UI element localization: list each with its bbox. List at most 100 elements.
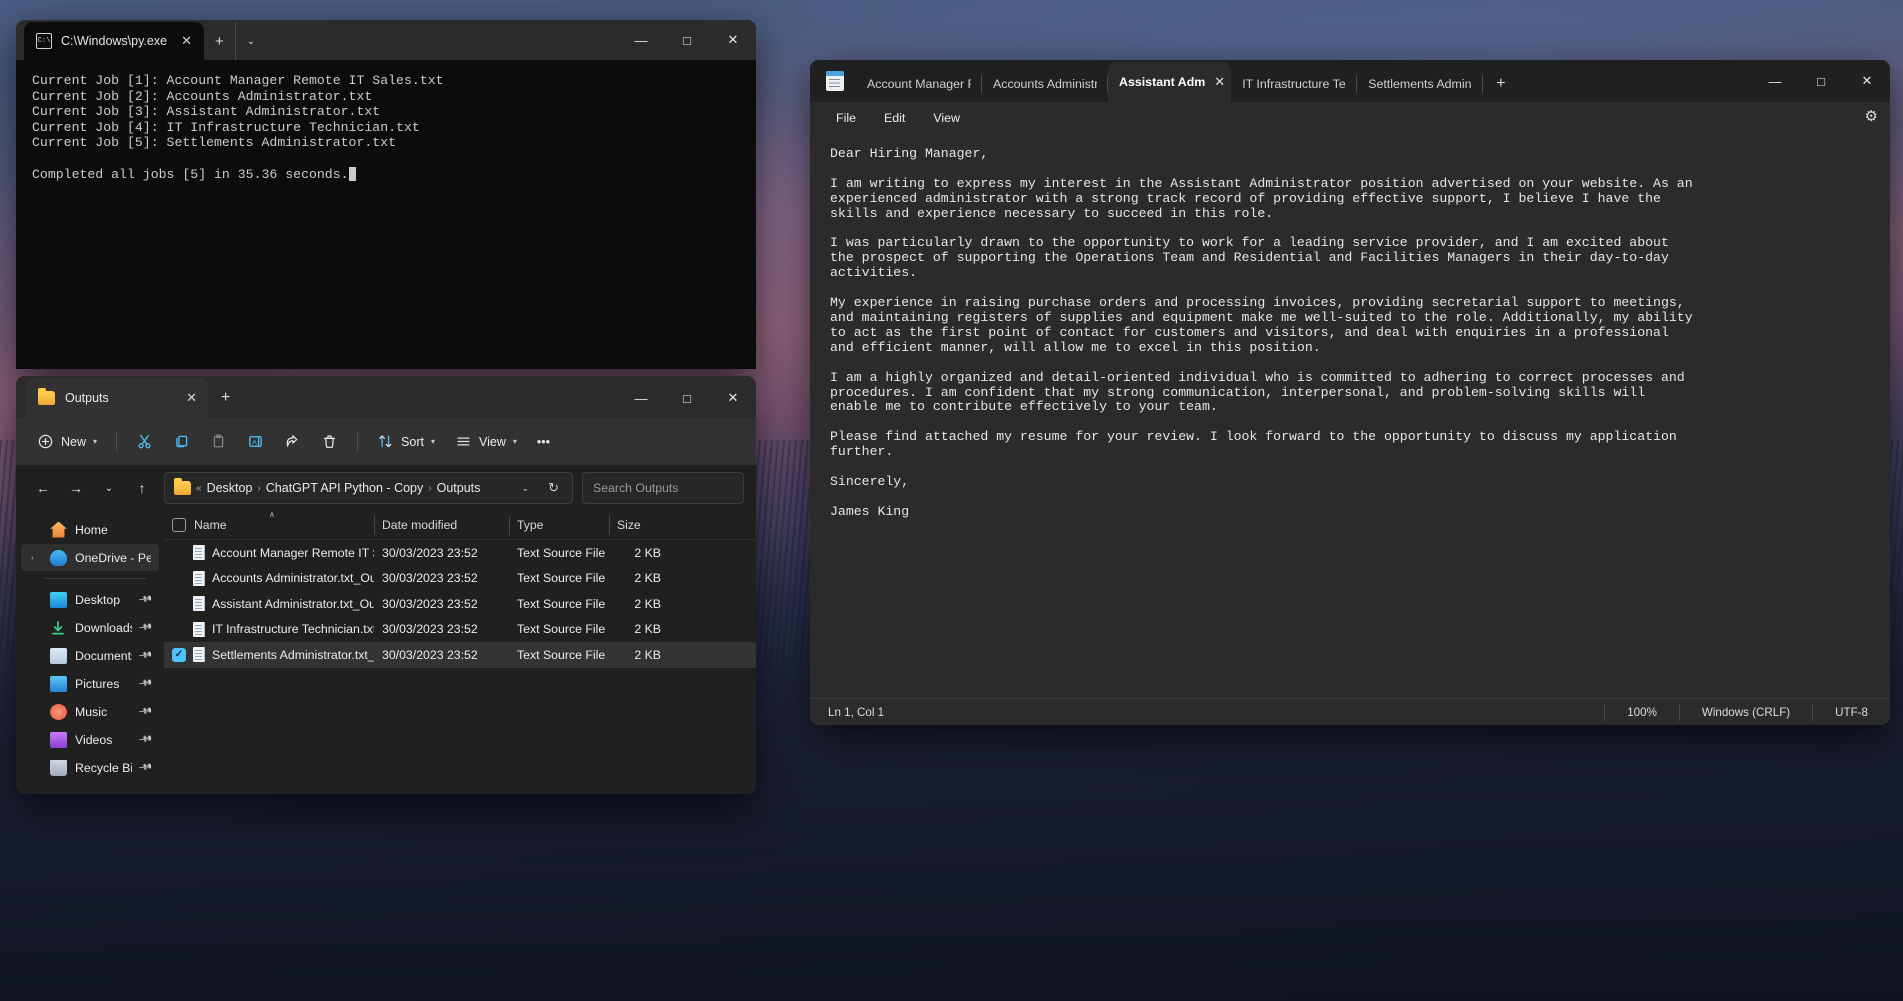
rename-button[interactable]: A xyxy=(238,426,273,458)
table-row[interactable]: ✓Settlements Administrator.txt_Output30/… xyxy=(164,642,756,668)
maximize-button[interactable]: □ xyxy=(664,21,710,59)
forward-button[interactable]: → xyxy=(61,473,91,503)
minimize-button[interactable]: — xyxy=(618,380,664,416)
copy-button[interactable] xyxy=(164,426,199,458)
sidebar-item-label: Recycle Bin xyxy=(75,761,132,775)
explorer-tab-outputs[interactable]: Outputs ✕ xyxy=(26,378,208,418)
close-icon[interactable]: ✕ xyxy=(1214,74,1225,90)
search-box[interactable] xyxy=(582,472,744,504)
sidebar-item-pictures[interactable]: Pictures📌 xyxy=(21,670,159,697)
refresh-icon[interactable]: ↻ xyxy=(541,480,566,496)
sidebar-item-label: Music xyxy=(75,705,107,719)
delete-button[interactable] xyxy=(312,426,347,458)
view-button[interactable]: View ▾ xyxy=(446,426,526,458)
maximize-button[interactable]: □ xyxy=(664,380,710,416)
tab-accounts-administra[interactable]: Accounts Administra xyxy=(982,66,1108,102)
rename-icon: A xyxy=(247,433,264,450)
table-row[interactable]: Assistant Administrator.txt_Output30/03/… xyxy=(164,591,756,617)
new-tab-button[interactable]: + xyxy=(1483,66,1518,102)
encoding[interactable]: UTF-8 xyxy=(1812,704,1890,721)
close-button[interactable]: ✕ xyxy=(710,380,756,416)
recent-locations-button[interactable]: ⌄ xyxy=(94,473,124,503)
close-button[interactable]: ✕ xyxy=(1844,63,1890,99)
pin-icon[interactable]: 📌 xyxy=(138,704,153,719)
table-row[interactable]: Account Manager Remote IT Sales.txt_...3… xyxy=(164,540,756,566)
new-button[interactable]: New ▾ xyxy=(28,426,106,458)
chevron-down-icon: ▾ xyxy=(513,437,517,446)
notepad-editor[interactable]: Dear Hiring Manager, I am writing to exp… xyxy=(810,133,1890,698)
close-icon[interactable]: ✕ xyxy=(177,33,196,49)
row-checkbox[interactable]: ✓ xyxy=(172,648,186,662)
sidebar-item-desktop[interactable]: Desktop📌 xyxy=(21,586,159,613)
column-header-name[interactable]: Name ∧ xyxy=(164,511,374,540)
sidebar-item-music[interactable]: Music 📌 xyxy=(21,698,159,725)
tab-account-manager-re[interactable]: Account Manager Re xyxy=(856,66,982,102)
new-tab-button[interactable]: + xyxy=(208,378,243,418)
minimize-button[interactable]: — xyxy=(618,21,664,59)
chevron-down-icon[interactable]: ⌄ xyxy=(235,22,266,60)
sidebar-divider xyxy=(44,578,146,579)
line-ending[interactable]: Windows (CRLF) xyxy=(1679,704,1812,721)
tab-it-infrastructure-tech[interactable]: IT Infrastructure Tech xyxy=(1231,66,1357,102)
menu-edit[interactable]: Edit xyxy=(872,107,917,129)
back-button[interactable]: ← xyxy=(28,473,58,503)
more-options-button[interactable]: ••• xyxy=(528,426,559,458)
paste-button[interactable] xyxy=(201,426,236,458)
pin-icon[interactable]: 📌 xyxy=(138,676,153,691)
notepad-statusbar: Ln 1, Col 1 100% Windows (CRLF) UTF-8 xyxy=(810,698,1890,725)
pin-icon[interactable]: 📌 xyxy=(138,620,153,635)
breadcrumb-item[interactable]: Desktop xyxy=(207,481,253,495)
column-header-date[interactable]: Date modified xyxy=(374,511,509,540)
sort-button[interactable]: Sort ▾ xyxy=(368,426,444,458)
menu-file[interactable]: File xyxy=(824,107,868,129)
sidebar-item-label: Videos xyxy=(75,733,112,747)
breadcrumb-overflow[interactable]: « xyxy=(196,483,202,494)
pin-icon[interactable]: 📌 xyxy=(138,592,153,607)
notepad-menubar: File Edit View ⚙ xyxy=(810,102,1890,133)
breadcrumb[interactable]: « Desktop›ChatGPT API Python - Copy›Outp… xyxy=(164,472,573,504)
text-file-icon xyxy=(193,596,205,611)
tab-assistant-adm[interactable]: Assistant Adm ✕ xyxy=(1108,62,1231,102)
share-button[interactable] xyxy=(275,426,310,458)
zoom-level[interactable]: 100% xyxy=(1604,704,1679,721)
cut-button[interactable] xyxy=(127,426,162,458)
chevron-right-icon[interactable]: › xyxy=(31,553,42,562)
search-input[interactable] xyxy=(593,481,752,495)
view-button-label: View xyxy=(479,435,506,449)
breadcrumb-item[interactable]: ChatGPT API Python - Copy xyxy=(266,481,423,495)
maximize-button[interactable]: □ xyxy=(1798,63,1844,99)
up-button[interactable]: ↑ xyxy=(127,473,157,503)
sidebar-item-home[interactable]: Home xyxy=(21,516,159,543)
terminal-tab[interactable]: C:\ C:\Windows\py.exe ✕ xyxy=(24,22,204,60)
breadcrumb-item[interactable]: Outputs xyxy=(437,481,481,495)
pin-icon[interactable]: 📌 xyxy=(138,760,153,775)
column-header-type[interactable]: Type xyxy=(509,511,609,540)
list-icon xyxy=(455,433,472,450)
close-icon[interactable]: ✕ xyxy=(181,390,202,406)
pin-icon[interactable]: 📌 xyxy=(138,648,153,663)
select-all-checkbox[interactable] xyxy=(172,518,186,532)
tab-settlements-adminis[interactable]: Settlements Adminis xyxy=(1357,66,1483,102)
table-row[interactable]: IT Infrastructure Technician.txt_Output3… xyxy=(164,617,756,643)
minimize-button[interactable]: — xyxy=(1752,63,1798,99)
sidebar-item-onedrive-pers[interactable]: ›OneDrive - Pers xyxy=(21,544,159,571)
file-type: Text Source File xyxy=(509,597,609,611)
terminal-output[interactable]: Current Job [1]: Account Manager Remote … xyxy=(16,60,756,195)
sidebar-item-documents[interactable]: Documents📌 xyxy=(21,642,159,669)
sidebar-item-recycle-bin[interactable]: Recycle Bin 📌 xyxy=(21,754,159,781)
close-button[interactable]: ✕ xyxy=(710,21,756,59)
table-row[interactable]: Accounts Administrator.txt_Output30/03/2… xyxy=(164,566,756,592)
pin-icon[interactable]: 📌 xyxy=(138,732,153,747)
file-name-cell: Account Manager Remote IT Sales.txt_... xyxy=(164,545,374,560)
tab-label: Assistant Adm xyxy=(1119,75,1205,89)
chevron-down-icon[interactable]: ⌄ xyxy=(515,483,537,494)
sidebar-item-videos[interactable]: Videos 📌 xyxy=(21,726,159,753)
gear-icon[interactable]: ⚙ xyxy=(1865,107,1878,125)
sidebar-item-downloads[interactable]: Downloads📌 xyxy=(21,614,159,641)
column-headers: Name ∧ Date modified Type Size xyxy=(164,511,756,540)
column-header-size[interactable]: Size xyxy=(609,511,669,540)
file-name-cell: Assistant Administrator.txt_Output xyxy=(164,596,374,611)
scissors-icon xyxy=(136,433,153,450)
menu-view[interactable]: View xyxy=(921,107,972,129)
new-tab-button[interactable]: + xyxy=(204,22,235,60)
